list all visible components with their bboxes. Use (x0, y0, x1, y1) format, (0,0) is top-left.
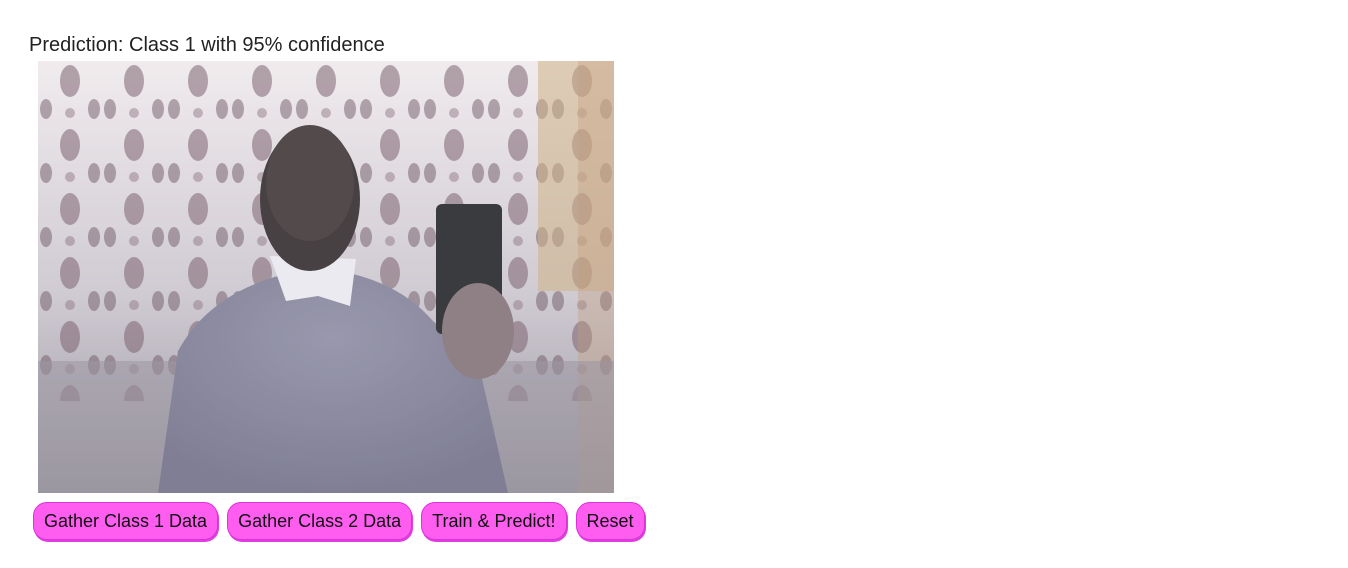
prediction-status: Prediction: Class 1 with 95% confidence (29, 34, 385, 56)
webcam-video (38, 61, 614, 493)
gather-class-2-button[interactable]: Gather Class 2 Data (227, 502, 413, 540)
train-predict-button[interactable]: Train & Predict! (421, 502, 567, 540)
controls-bar: Gather Class 1 Data Gather Class 2 Data … (33, 502, 645, 540)
reset-button[interactable]: Reset (575, 502, 645, 540)
webcam-frame-image (38, 61, 614, 493)
gather-class-1-button[interactable]: Gather Class 1 Data (33, 502, 219, 540)
